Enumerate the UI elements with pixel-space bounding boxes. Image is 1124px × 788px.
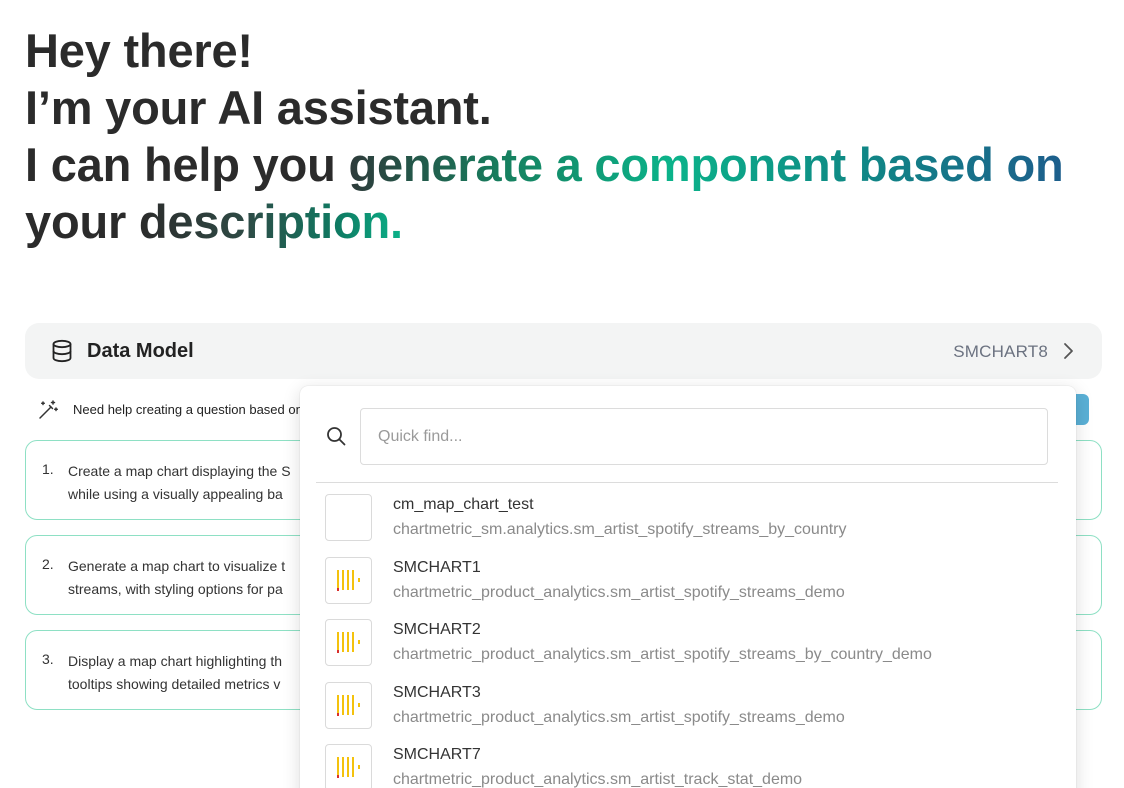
data-model-dropdown: cm_map_chart_test chartmetric_sm.analyti… (300, 386, 1076, 788)
hero-line-4: your description. (25, 193, 1105, 250)
bar-chart-icon (337, 569, 360, 591)
hero-line-4-highlight: description. (138, 195, 403, 248)
hero-line-3-plain: I can help you (25, 138, 349, 191)
model-path: chartmetric_sm.analytics.sm_artist_spoti… (393, 521, 847, 538)
database-icon (52, 339, 72, 363)
hero-line-1: Hey there! (25, 24, 253, 77)
model-path: chartmetric_product_analytics.sm_artist_… (393, 771, 803, 788)
divider (316, 482, 1058, 483)
model-name: cm_map_chart_test (393, 496, 534, 513)
list-item[interactable]: SMCHART7 chartmetric_product_analytics.s… (300, 740, 1076, 788)
bar-chart-icon (337, 757, 360, 778)
hero-line-2: I’m your AI assistant. (25, 81, 492, 134)
model-thumbnail (325, 619, 372, 666)
hero-line-4-plain: your (25, 195, 139, 248)
model-name: SMCHART1 (393, 558, 481, 576)
data-model-selected-value: SMCHART8 (953, 342, 1048, 361)
model-path: chartmetric_product_analytics.sm_artist_… (393, 583, 845, 601)
search-icon (327, 427, 346, 446)
help-text: Need help creating a question based on (73, 402, 303, 417)
model-thumbnail (325, 556, 372, 604)
model-name: SMCHART2 (393, 621, 481, 638)
hero-line-3: I can help you generate a component base… (25, 136, 1105, 193)
quick-find-input[interactable] (360, 408, 1048, 465)
chevron-right-icon (1064, 343, 1073, 359)
magic-wand-icon (39, 400, 58, 419)
suggestion-number: 3. (42, 651, 54, 667)
list-item[interactable]: SMCHART1 chartmetric_product_analytics.s… (300, 553, 1076, 616)
page: Hey there! I’m your AI assistant. I can … (0, 0, 1124, 788)
list-item[interactable]: SMCHART2 chartmetric_product_analytics.s… (300, 615, 1076, 678)
list-item[interactable]: cm_map_chart_test chartmetric_sm.analyti… (300, 490, 1076, 553)
model-name: SMCHART7 (393, 746, 481, 763)
data-model-title: Data Model (87, 340, 194, 362)
model-path: chartmetric_product_analytics.sm_artist_… (393, 708, 845, 726)
bar-chart-icon (337, 694, 360, 716)
hero-heading: Hey there! I’m your AI assistant. I can … (25, 22, 1105, 250)
hero-line-3-highlight: generate a component based on (348, 138, 1064, 191)
model-thumbnail (325, 744, 372, 788)
model-path: chartmetric_product_analytics.sm_artist_… (393, 646, 932, 663)
bar-chart-icon (337, 632, 360, 653)
suggestion-number: 2. (42, 556, 54, 572)
model-thumbnail (325, 494, 372, 541)
suggestion-number: 1. (42, 461, 54, 477)
data-model-list: cm_map_chart_test chartmetric_sm.analyti… (300, 490, 1076, 788)
model-name: SMCHART3 (393, 683, 481, 701)
data-model-selector[interactable]: Data Model SMCHART8 (25, 323, 1102, 379)
model-thumbnail (325, 681, 372, 729)
list-item[interactable]: SMCHART3 chartmetric_product_analytics.s… (300, 678, 1076, 741)
